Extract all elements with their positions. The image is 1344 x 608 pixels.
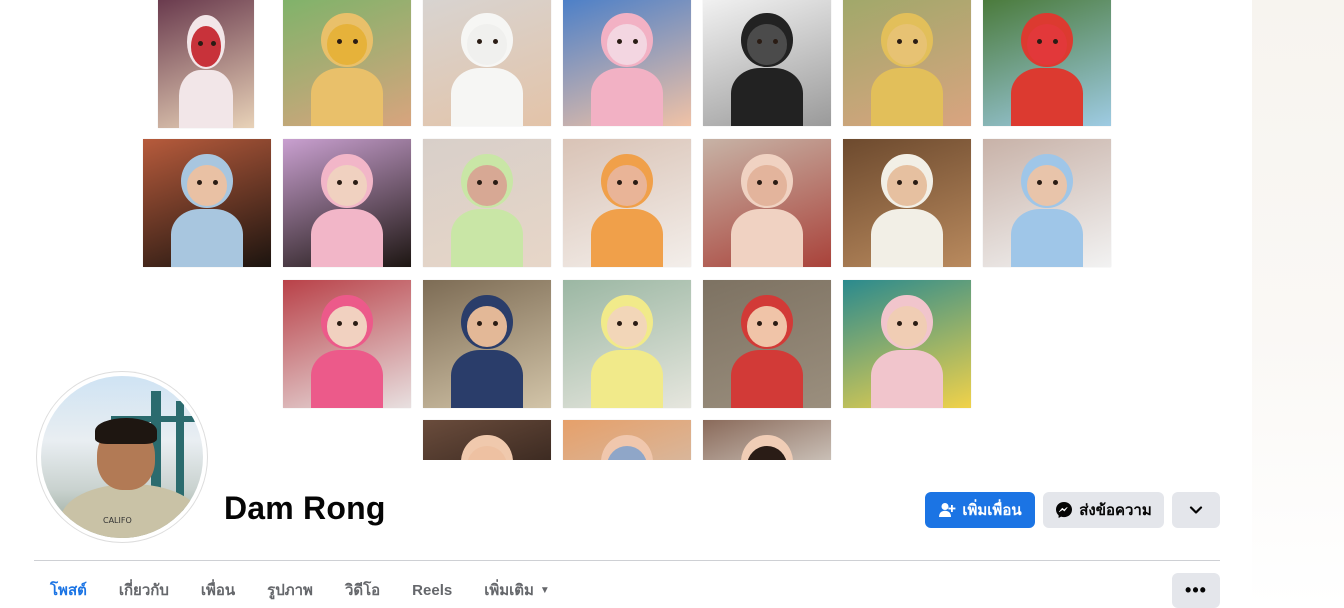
profile-name: Dam Rong — [224, 490, 386, 526]
message-label: ส่งข้อความ — [1079, 502, 1152, 519]
tab-friends[interactable]: เพื่อน — [185, 572, 251, 608]
cover-collage-photo — [563, 139, 691, 267]
tab-more-label: เพิ่มเติม — [484, 582, 534, 599]
cover-collage-photo — [703, 139, 831, 267]
cover-collage-photo — [563, 280, 691, 408]
message-button[interactable]: ส่งข้อความ — [1043, 492, 1164, 528]
cover-collage-photo — [283, 280, 411, 408]
cover-collage-photo — [423, 0, 551, 126]
messenger-icon — [1056, 502, 1073, 518]
tab-friends-label: เพื่อน — [200, 582, 236, 599]
cover-collage-photo — [703, 280, 831, 408]
avatar-hair — [95, 418, 157, 444]
profile-header-divider — [34, 560, 1220, 561]
cover-collage-photo — [423, 420, 551, 460]
tab-reels-label: Reels — [412, 581, 453, 599]
cover-collage-photo — [423, 139, 551, 267]
cover-collage-photo — [983, 0, 1111, 126]
tab-videos-label: วิดีโอ — [344, 582, 381, 599]
avatar-shirt-text: CALIFO — [103, 516, 132, 525]
cover-collage-photo — [703, 0, 831, 126]
cover-collage-photo — [843, 139, 971, 267]
tab-more[interactable]: เพิ่มเติม ▼ — [468, 572, 566, 608]
cover-collage-photo — [983, 139, 1111, 267]
cover-collage-photo — [563, 0, 691, 126]
tab-photos-label: รูปภาพ — [267, 582, 313, 599]
cover-collage-photo — [563, 420, 691, 460]
chevron-down-icon — [1189, 506, 1203, 514]
tab-posts[interactable]: โพสต์ — [34, 572, 103, 608]
tab-about[interactable]: เกี่ยวกับ — [103, 572, 185, 608]
add-friend-button[interactable]: เพิ่มเพื่อน — [925, 492, 1035, 528]
profile-actions-dropdown-button[interactable] — [1172, 492, 1220, 528]
page-gutter — [1252, 0, 1344, 608]
cover-collage-photo — [143, 139, 271, 267]
caret-down-icon: ▼ — [539, 584, 550, 596]
tab-about-label: เกี่ยวกับ — [118, 582, 169, 599]
cover-collage-photo — [703, 420, 831, 460]
profile-picture[interactable]: CALIFO — [37, 372, 207, 542]
tab-videos[interactable]: วิดีโอ — [329, 572, 396, 608]
profile-tabs: โพสต์ เกี่ยวกับ เพื่อน รูปภาพ วิดีโอ Ree… — [34, 572, 566, 608]
tab-posts-label: โพสต์ — [50, 582, 87, 599]
cover-collage-photo — [158, 0, 254, 128]
add-friend-icon — [939, 503, 956, 517]
cover-collage-photo — [283, 139, 411, 267]
tab-photos[interactable]: รูปภาพ — [251, 572, 329, 608]
cover-collage-photo — [843, 0, 971, 126]
cover-collage-photo — [283, 0, 411, 126]
ellipsis-icon: ••• — [1185, 580, 1207, 600]
add-friend-label: เพิ่มเพื่อน — [962, 502, 1022, 519]
tab-reels[interactable]: Reels — [396, 572, 468, 608]
cover-collage-photo — [843, 280, 971, 408]
cover-collage-photo — [423, 280, 551, 408]
tabs-more-options-button[interactable]: ••• — [1172, 573, 1220, 608]
